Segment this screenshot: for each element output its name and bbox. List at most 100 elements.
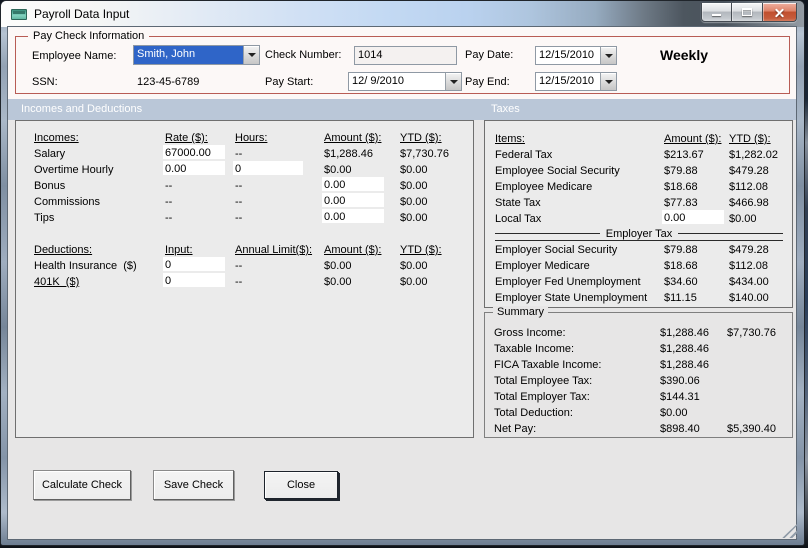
tax-ytd: $466.98 (729, 197, 769, 209)
pay-frequency-label: Weekly (660, 47, 708, 63)
employee-name-combobox[interactable]: Smith, John (133, 45, 260, 65)
resize-grip[interactable] (782, 524, 797, 538)
employer-tax-label: Employer Tax (605, 227, 673, 240)
income-rate: -- (165, 212, 173, 224)
summary-table: Gross Income: $1,288.46 $7,730.76 Taxable I… (494, 326, 797, 438)
summary-groupbox: Summary Gross Income: $1,288.46 $7,730.76 T… (484, 306, 793, 438)
summary-row-label: Total Employer Tax: (494, 391, 590, 403)
summary-amount: $1,288.46 (660, 359, 709, 371)
ssn-label: SSN: (32, 76, 58, 88)
income-amount[interactable] (322, 193, 384, 207)
tax-row-label: Employee Social Security (495, 165, 620, 177)
summary-row-label: Total Deduction: (494, 407, 573, 419)
deduction-input (163, 273, 235, 291)
ssn-value: 123-45-6789 (137, 76, 200, 88)
deduction-ytd: $0.00 (400, 276, 428, 288)
income-rate[interactable] (163, 161, 225, 175)
summary-amount: $898.40 (660, 423, 700, 435)
employer-tax-ytd: $140.00 (729, 292, 769, 304)
tax-amount: $79.88 (664, 165, 698, 177)
deduction-input[interactable] (163, 257, 225, 271)
employee-name-value: Smith, John (134, 46, 243, 64)
chevron-down-icon[interactable] (243, 46, 259, 64)
taxes-header: Amount ($): (664, 133, 722, 145)
employer-tax-divider: Employer Tax (495, 227, 783, 240)
pay-start-label: Pay Start: (265, 76, 314, 88)
deductions-header: Amount ($): (324, 244, 382, 256)
payroll-window: Payroll Data Input Pay Check Information… (0, 0, 805, 546)
summary-row-label: FICA Taxable Income: (494, 359, 602, 371)
pay-start-value: 12/ 9/2010 (352, 75, 404, 87)
dialog-content: Pay Check Information Employee Name: Smi… (7, 26, 797, 540)
taxes-section-title: Taxes (491, 103, 520, 115)
divider-line (495, 240, 783, 241)
close-dialog-button[interactable]: Close (264, 471, 338, 499)
employer-tax-row-label: Employer Medicare (495, 260, 590, 272)
minimize-button[interactable] (702, 3, 732, 21)
pay-date-label: Pay Date: (465, 49, 514, 61)
deductions-table: Deductions: Input: Annual Limit($): Amount … (34, 243, 460, 291)
pay-end-label: Pay End: (465, 76, 510, 88)
summary-ytd (727, 390, 797, 406)
incomes-deductions-panel: Incomes: Rate ($): Hours: Amount ($): YTD ($… (15, 120, 474, 438)
summary-row-label: Net Pay: (494, 423, 537, 435)
employer-tax-ytd: $112.08 (729, 260, 768, 272)
app-icon (11, 9, 27, 20)
income-rate (163, 161, 235, 179)
deduction-amount: $0.00 (324, 276, 352, 288)
tax-row-label: Federal Tax (495, 149, 553, 161)
summary-ytd: $7,730.76 (727, 327, 776, 339)
deduction-input[interactable] (163, 273, 225, 287)
pay-date-value: 12/15/2010 (539, 49, 595, 61)
save-check-button[interactable]: Save Check (153, 470, 234, 500)
calculate-check-button[interactable]: Calculate Check (33, 470, 131, 500)
incomes-header: Incomes: (34, 132, 79, 144)
tax-amount: $18.68 (664, 181, 698, 193)
income-rate[interactable] (163, 145, 225, 159)
summary-amount: $144.31 (660, 391, 700, 403)
summary-ytd (727, 374, 797, 390)
income-amount (322, 209, 400, 227)
tax-amount[interactable] (662, 210, 724, 224)
income-ytd: $0.00 (400, 212, 428, 224)
summary-legend: Summary (493, 306, 549, 318)
chevron-down-icon[interactable] (445, 73, 461, 90)
paycheck-area: Pay Check Information Employee Name: Smi… (8, 27, 796, 99)
tax-row-label: Local Tax (495, 213, 542, 225)
incomes-header: Hours: (235, 132, 268, 144)
income-hours: -- (235, 196, 243, 208)
income-hours[interactable] (233, 161, 303, 175)
deductions-header: YTD ($): (400, 244, 442, 256)
pay-date-picker[interactable]: 12/15/2010 (535, 46, 617, 65)
title-bar[interactable]: Payroll Data Input (1, 1, 804, 27)
incomes-header: Amount ($): (324, 132, 382, 144)
employer-tax-row-label: Employer Social Security (495, 244, 618, 256)
chevron-down-icon[interactable] (600, 73, 616, 90)
maximize-button[interactable] (732, 3, 763, 21)
summary-amount: $0.00 (660, 407, 688, 419)
deduction-ytd: $0.00 (400, 260, 428, 272)
taxes-table-employer: Employer Social Security $79.88 $479.28 Emp… (495, 243, 799, 307)
summary-amount: $1,288.46 (660, 327, 709, 339)
income-amount[interactable] (322, 209, 384, 223)
caption-buttons (701, 3, 797, 22)
pay-start-picker[interactable]: 12/ 9/2010 (348, 72, 462, 91)
deduction-limit: -- (235, 276, 243, 288)
close-button[interactable] (763, 3, 796, 21)
income-ytd: $7,730.76 (400, 148, 449, 160)
employer-tax-amount: $34.60 (664, 276, 698, 288)
taxes-panel: Items: Amount ($): YTD ($): Federal Tax $213… (484, 120, 793, 308)
income-hours: -- (235, 212, 243, 224)
deduction-amount: $0.00 (324, 260, 352, 272)
employer-tax-amount: $79.88 (664, 244, 698, 256)
income-amount[interactable] (322, 177, 384, 191)
summary-amount: $390.06 (660, 375, 700, 387)
employer-tax-row-label: Employer State Unemployment (495, 292, 648, 304)
chevron-down-icon[interactable] (600, 47, 616, 64)
income-ytd: $0.00 (400, 180, 428, 192)
deduction-limit: -- (235, 260, 243, 272)
incomes-header: YTD ($): (400, 132, 442, 144)
deductions-header: Annual Limit($): (235, 244, 313, 256)
check-number-input[interactable]: 1014 (354, 46, 457, 65)
pay-end-picker[interactable]: 12/15/2010 (535, 72, 617, 91)
